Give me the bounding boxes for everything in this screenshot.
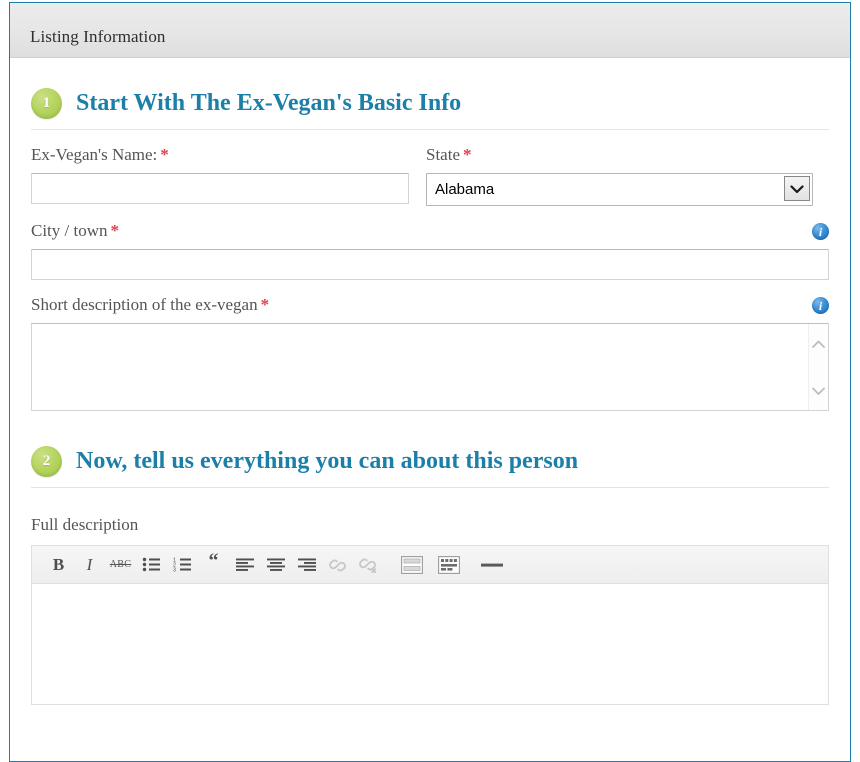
short-description-scrollbar[interactable]: [808, 324, 828, 410]
panel-body: 1 Start With The Ex-Vegan's Basic Info E…: [10, 58, 850, 705]
editor-content-area[interactable]: [32, 584, 828, 704]
svg-text:3: 3: [173, 568, 176, 572]
field-short-description: Short description of the ex-vegan * i: [31, 295, 829, 416]
section-title-2: Now, tell us everything you can about th…: [76, 448, 579, 475]
section-heading-1: 1 Start With The Ex-Vegan's Basic Info: [31, 58, 829, 130]
scroll-down-chevron-icon: [812, 387, 825, 395]
label-short-description-text: Short description of the ex-vegan: [31, 295, 258, 314]
label-state-text: State: [426, 145, 460, 164]
insert-more-tag-icon[interactable]: [396, 552, 427, 578]
field-state: State * Alabama: [426, 145, 813, 206]
city-town-input[interactable]: [31, 249, 829, 280]
italic-glyph: I: [86, 554, 93, 574]
panel-title: Listing Information: [30, 27, 166, 46]
blockquote-icon[interactable]: “: [198, 548, 229, 581]
blockquote-glyph: “: [208, 550, 219, 572]
step-badge-2: 2: [31, 446, 62, 477]
align-right-icon[interactable]: [291, 552, 322, 578]
state-select-wrapper: Alabama: [426, 173, 813, 206]
strikethrough-icon[interactable]: ABC: [105, 552, 136, 578]
unlink-icon[interactable]: [353, 552, 384, 578]
horizontal-rule-icon[interactable]: [476, 552, 507, 578]
insert-link-icon[interactable]: [322, 552, 353, 578]
numbered-list-icon[interactable]: 1 2 3: [167, 552, 198, 578]
toggle-toolbar-icon[interactable]: [433, 552, 464, 578]
name-state-row: Ex-Vegan's Name: * State * Alabama: [31, 145, 829, 206]
info-icon-city[interactable]: i: [812, 223, 829, 240]
required-marker-city: *: [110, 221, 120, 240]
editor-toolbar: B I ABC 1 2 3 “: [32, 546, 828, 584]
bold-icon[interactable]: B: [43, 552, 74, 578]
field-ex-vegan-name: Ex-Vegan's Name: *: [31, 145, 409, 206]
short-description-textarea[interactable]: [31, 323, 829, 411]
short-description-wrapper: [31, 323, 829, 416]
info-icon-short-description[interactable]: i: [812, 297, 829, 314]
label-city-town-text: City / town: [31, 221, 108, 240]
italic-icon[interactable]: I: [74, 552, 105, 578]
panel-header: Listing Information: [10, 3, 850, 58]
label-ex-vegan-name-text: Ex-Vegan's Name:: [31, 145, 158, 164]
field-city-town: City / town * i: [31, 221, 829, 280]
label-full-description: Full description: [31, 515, 139, 534]
bullet-list-icon[interactable]: [136, 552, 167, 578]
label-state: State *: [426, 145, 813, 165]
required-marker-short-description: *: [260, 295, 270, 314]
listing-information-panel: Listing Information 1 Start With The Ex-…: [9, 2, 851, 762]
strikethrough-glyph: ABC: [109, 559, 132, 570]
label-city-town: City / town *: [31, 221, 829, 241]
step-badge-1: 1: [31, 88, 62, 119]
label-short-description: Short description of the ex-vegan *: [31, 295, 829, 315]
short-description-row: Short description of the ex-vegan * i: [31, 295, 829, 416]
label-ex-vegan-name: Ex-Vegan's Name: *: [31, 145, 409, 165]
align-left-icon[interactable]: [229, 552, 260, 578]
section-title-1: Start With The Ex-Vegan's Basic Info: [76, 90, 462, 117]
city-row: City / town * i: [31, 221, 829, 280]
ex-vegan-name-input[interactable]: [31, 173, 409, 204]
scroll-up-chevron-icon: [812, 340, 825, 348]
state-select[interactable]: Alabama: [426, 173, 813, 206]
required-marker-state: *: [463, 145, 472, 164]
bold-glyph: B: [52, 554, 65, 574]
align-center-icon[interactable]: [260, 552, 291, 578]
full-description-editor: B I ABC 1 2 3 “: [31, 545, 829, 705]
section-heading-2: 2 Now, tell us everything you can about …: [31, 416, 829, 488]
required-marker-name: *: [160, 145, 169, 164]
